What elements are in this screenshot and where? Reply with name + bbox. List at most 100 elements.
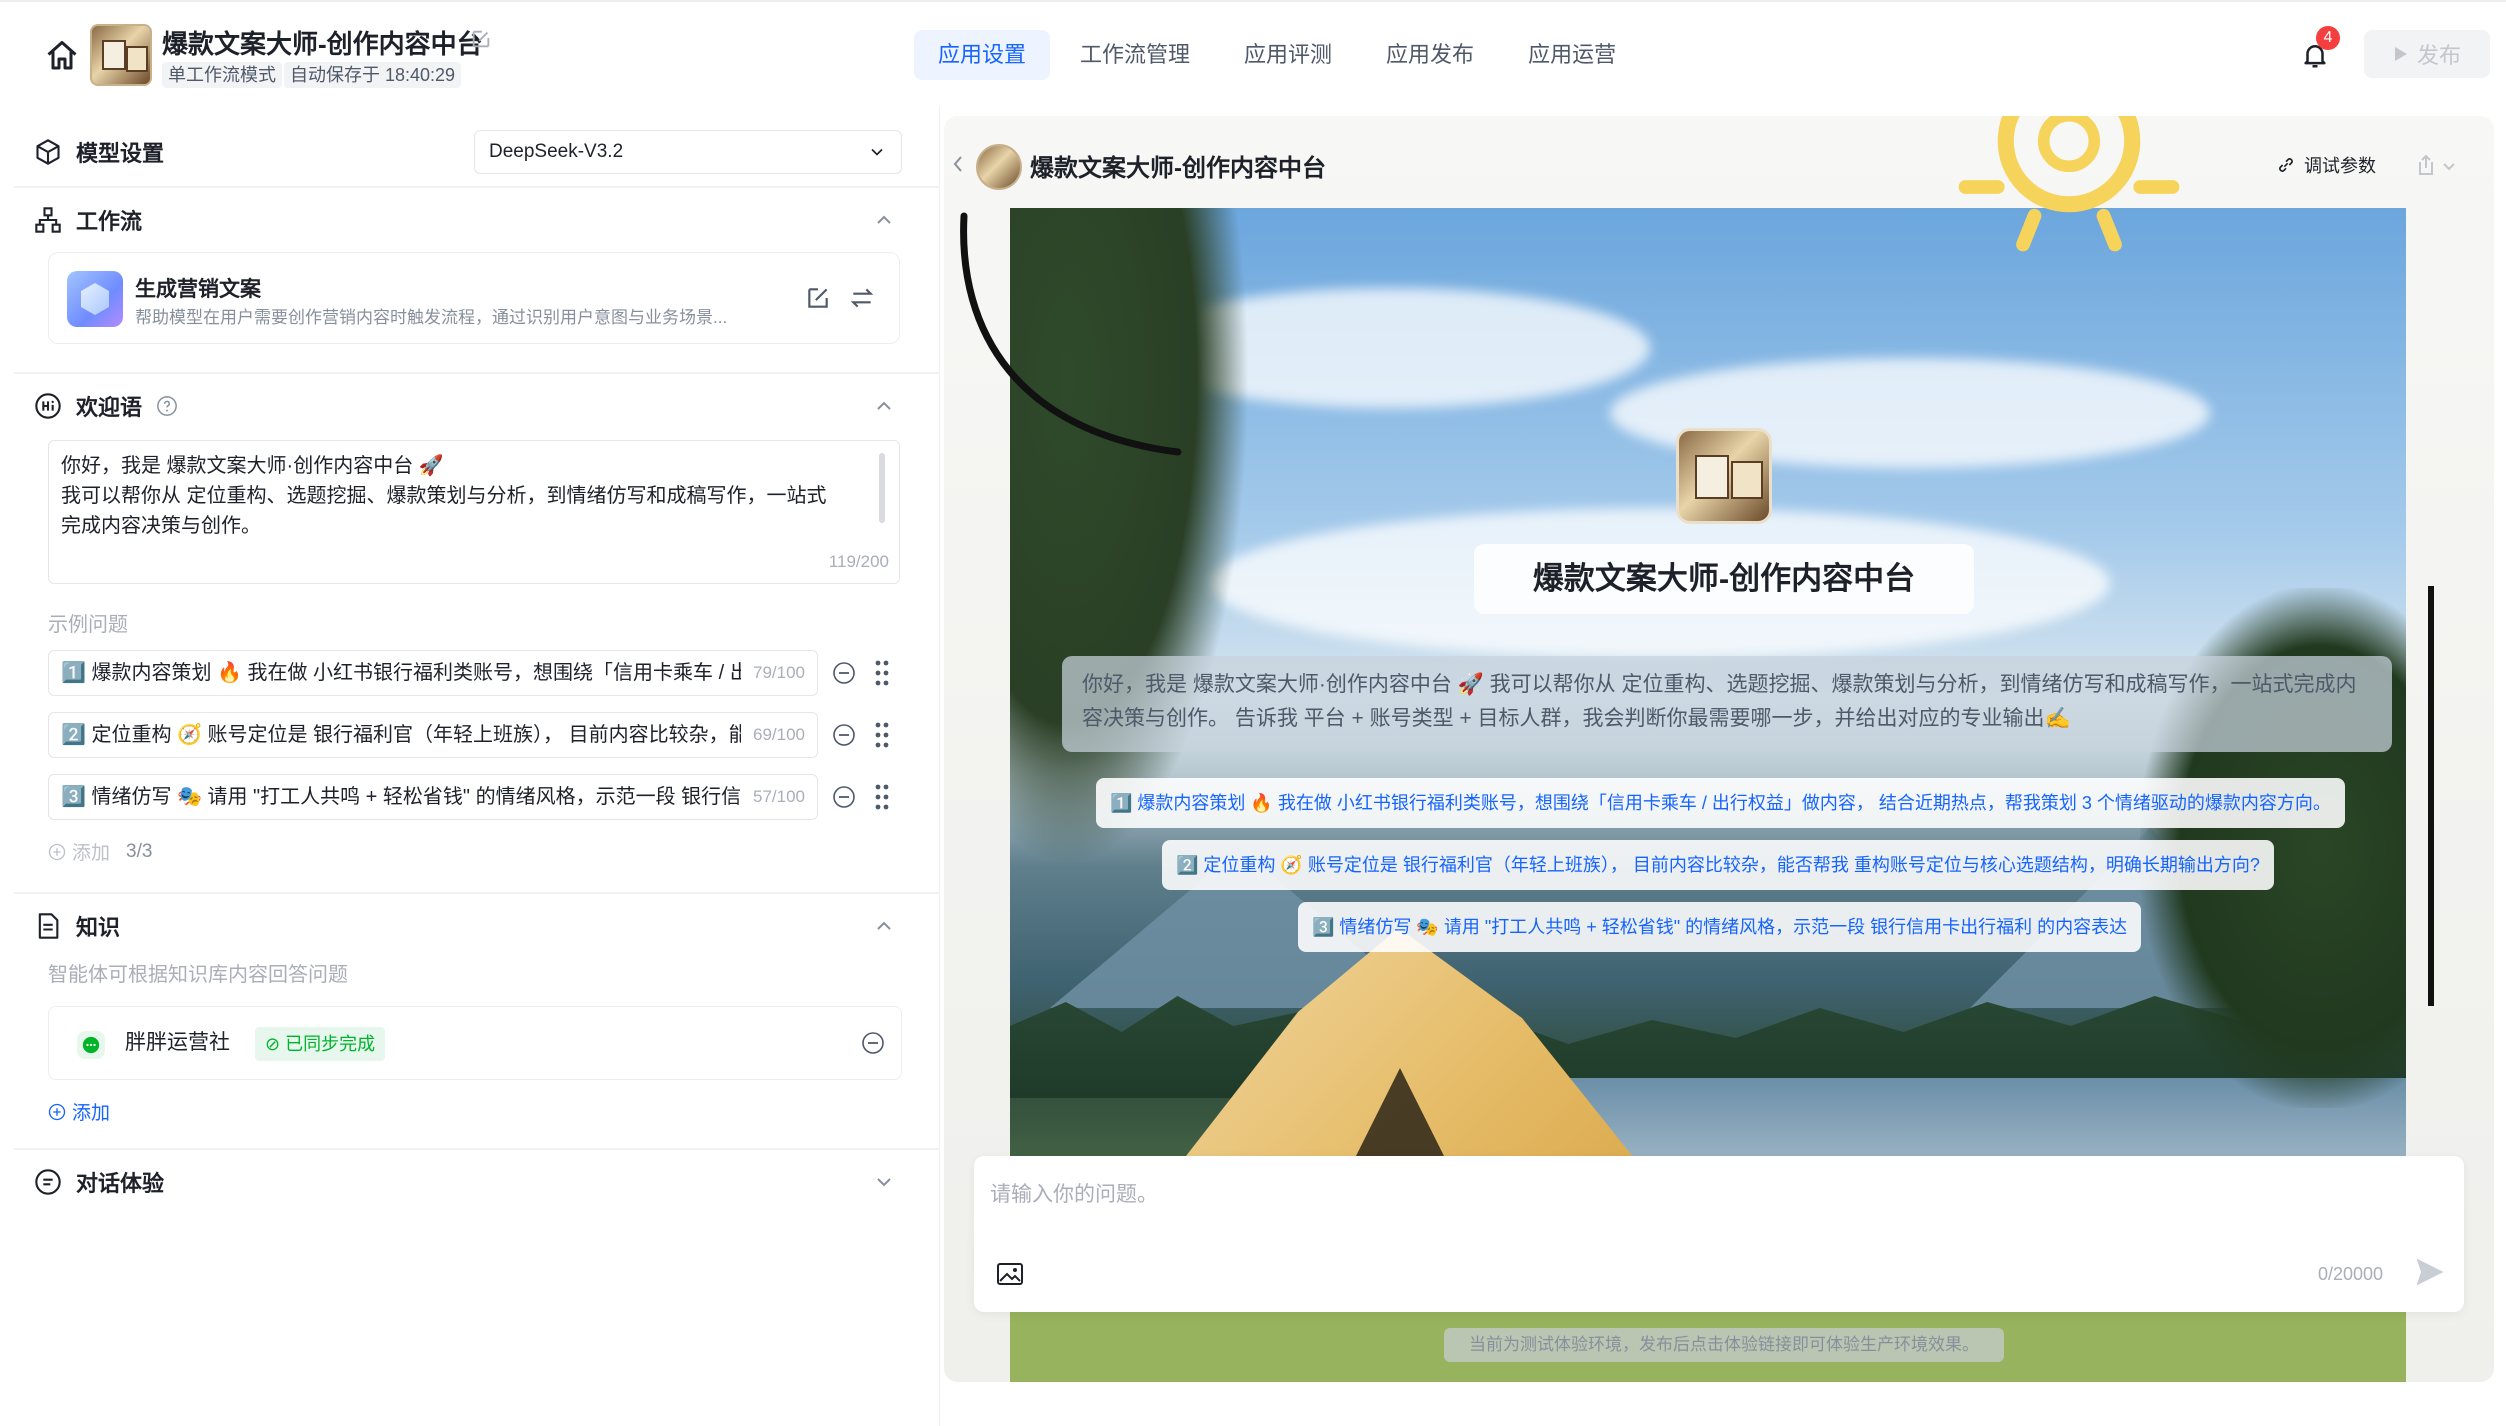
chat-input-count: 0/20000 <box>2318 1264 2384 1284</box>
send-icon[interactable] <box>2412 1254 2448 1290</box>
workflow-desc: 帮助模型在用户需要创作营销内容时触发流程，通过识别用户意图与业务场景... <box>135 308 728 327</box>
divider <box>14 186 940 188</box>
chat-input-placeholder: 请输入你的问题。 <box>990 1183 1158 1206</box>
example-question-text: 2️⃣ 定位重构 🧭 账号定位是 银行福利官（年轻上班族）， 目前内容比较杂，能… <box>61 724 741 746</box>
chat-preview: 爆款文案大师-创作内容中台 调试参数 爆款文案大师-创作内容中台 你好，我是 爆… <box>944 116 2494 1382</box>
example-question-text: 3️⃣ 情绪仿写 🎭 请用 "打工人共鸣 + 轻松省钱" 的情绪风格，示范一段 … <box>61 786 741 808</box>
line-doodle-icon <box>2428 586 2434 1006</box>
scrollbar[interactable] <box>879 453 885 523</box>
remove-icon[interactable] <box>832 661 856 685</box>
chat-input[interactable]: 请输入你的问题。 0/20000 <box>974 1156 2464 1312</box>
remove-icon[interactable] <box>861 1031 885 1055</box>
workflow-name: 生成营销文案 <box>135 278 261 301</box>
welcome-line: 你好，我是 爆款文案大师·创作内容中台 🚀 <box>61 455 444 477</box>
add-knowledge-label: 添加 <box>72 1103 111 1124</box>
settings-panel: 模型设置 DeepSeek-V3.2 工作流 生成营销文案 帮助模型在用户需要创… <box>0 106 940 1426</box>
model-section-title: 模型设置 <box>76 141 165 166</box>
preview-header: 爆款文案大师-创作内容中台 调试参数 <box>944 116 2494 208</box>
welcome-textarea[interactable]: 你好，我是 爆款文案大师·创作内容中台 🚀 我可以帮你从 定位重构、选题挖掘、爆… <box>48 440 900 584</box>
edit-title-icon[interactable] <box>470 28 492 50</box>
example-question-count: 57/100 <box>753 787 805 806</box>
chat-icon <box>35 1169 61 1195</box>
app-title: 爆款文案大师-创作内容中台 <box>162 29 483 59</box>
tab-app-publish[interactable]: 应用发布 <box>1362 30 1498 80</box>
welcome-line: 我可以帮你从 定位重构、选题挖掘、爆款策划与分析，到情绪仿写和成稿写作，一站式 <box>61 485 827 507</box>
help-icon[interactable] <box>156 395 178 417</box>
document-icon <box>38 913 59 939</box>
welcome-section-title: 欢迎语 <box>76 395 143 420</box>
model-select[interactable]: DeepSeek-V3.2 <box>474 130 902 174</box>
welcome-line: 完成内容决策与创作。 <box>61 515 261 537</box>
knowledge-section-title: 知识 <box>76 915 121 940</box>
chevron-left-icon[interactable] <box>950 154 966 174</box>
sync-status-text: 已同步完成 <box>285 1034 376 1054</box>
workflow-app-icon <box>67 271 123 327</box>
remove-icon[interactable] <box>832 723 856 747</box>
top-bar: 爆款文案大师-创作内容中台 单工作流模式 自动保存于 18:40:29 应用设置… <box>0 0 2506 106</box>
example-count: 3/3 <box>126 840 153 862</box>
drag-handle-icon[interactable] <box>874 659 890 687</box>
example-question-input[interactable]: 3️⃣ 情绪仿写 🎭 请用 "打工人共鸣 + 轻松省钱" 的情绪风格，示范一段 … <box>48 774 818 820</box>
debug-params-button[interactable]: 调试参数 <box>2276 152 2376 178</box>
suggested-question-chip[interactable]: 3️⃣ 情绪仿写 🎭 请用 "打工人共鸣 + 轻松省钱" 的情绪风格，示范一段 … <box>1298 902 2142 952</box>
model-select-value: DeepSeek-V3.2 <box>489 141 624 162</box>
chevron-up-icon[interactable] <box>872 914 896 938</box>
chevron-up-icon[interactable] <box>872 208 896 232</box>
model-section-header: 模型设置 <box>34 132 164 172</box>
divider <box>14 1148 940 1150</box>
drag-handle-icon[interactable] <box>874 721 890 749</box>
add-example-button[interactable]: 添加 3/3 <box>48 838 152 865</box>
chat-section-title: 对话体验 <box>76 1171 165 1196</box>
drag-handle-icon[interactable] <box>874 783 890 811</box>
workflow-card[interactable]: 生成营销文案 帮助模型在用户需要创作营销内容时触发流程，通过识别用户意图与业务场… <box>48 252 900 344</box>
example-question-input[interactable]: 2️⃣ 定位重构 🧭 账号定位是 银行福利官（年轻上班族）， 目前内容比较杂，能… <box>48 712 818 758</box>
tab-app-evaluation[interactable]: 应用评测 <box>1220 30 1356 80</box>
line-doodle-icon <box>960 212 1182 456</box>
cube-icon <box>36 139 60 165</box>
tab-app-settings[interactable]: 应用设置 <box>914 30 1051 80</box>
knowledge-item[interactable]: 胖胖运营社 ⊘ 已同步完成 <box>48 1006 902 1080</box>
divider <box>14 372 940 374</box>
chevron-down-icon[interactable] <box>872 1170 896 1194</box>
knowledge-desc: 智能体可根据知识库内容回答问题 <box>48 964 348 986</box>
workflow-icon <box>35 207 61 233</box>
plus-circle-icon <box>48 843 66 860</box>
divider <box>14 892 940 894</box>
debug-params-label: 调试参数 <box>2304 156 2376 176</box>
suggested-question-chip[interactable]: 2️⃣ 定位重构 🧭 账号定位是 银行福利官（年轻上班族）， 目前内容比较杂，能… <box>1162 840 2274 890</box>
example-question-input[interactable]: 1️⃣ 爆款内容策划 🔥 我在做 小红书银行福利类账号，想围绕「信用卡乘车 / … <box>48 650 818 696</box>
edit-icon[interactable] <box>805 285 831 311</box>
workflow-section-title: 工作流 <box>76 209 143 234</box>
knowledge-name: 胖胖运营社 <box>125 1031 230 1054</box>
autosave-tag: 自动保存于 18:40:29 <box>284 62 462 88</box>
publish-button[interactable]: 发布 <box>2364 30 2490 78</box>
bot-avatar-small <box>976 144 1022 190</box>
preview-title: 爆款文案大师-创作内容中台 <box>1030 155 1326 182</box>
hi-icon <box>35 393 61 419</box>
workflow-section-header[interactable]: 工作流 <box>34 200 142 240</box>
tab-workflow-management[interactable]: 工作流管理 <box>1056 30 1214 80</box>
sync-status-badge: ⊘ 已同步完成 <box>255 1027 386 1061</box>
home-icon[interactable] <box>44 38 80 74</box>
bot-avatar <box>1676 428 1772 524</box>
example-question-text: 1️⃣ 爆款内容策划 🔥 我在做 小红书银行福利类账号，想围绕「信用卡乘车 / … <box>61 662 741 684</box>
swap-icon[interactable] <box>849 285 875 311</box>
chat-section-header[interactable]: 对话体验 <box>34 1162 164 1202</box>
notification-badge: 4 <box>2316 26 2340 50</box>
remove-icon[interactable] <box>832 785 856 809</box>
welcome-message: 你好，我是 爆款文案大师·创作内容中台 🚀 我可以帮你从 定位重构、选题挖掘、爆… <box>1062 656 2392 752</box>
publish-label: 发布 <box>2416 43 2461 68</box>
main-tabs: 应用设置 工作流管理 应用评测 应用发布 应用运营 <box>914 30 1640 80</box>
environment-note: 当前为测试体验环境，发布后点击体验链接即可体验生产环境效果。 <box>1444 1328 2004 1362</box>
image-upload-icon[interactable] <box>996 1262 1024 1286</box>
chevron-down-icon <box>871 148 883 156</box>
link-icon <box>2279 158 2293 172</box>
chevron-up-icon[interactable] <box>872 394 896 418</box>
suggested-question-chip[interactable]: 1️⃣ 爆款内容策划 🔥 我在做 小红书银行福利类账号，想围绕「信用卡乘车 / … <box>1096 778 2345 828</box>
knowledge-section-header[interactable]: 知识 <box>34 906 120 946</box>
share-icon[interactable] <box>2416 154 2462 178</box>
tab-app-operation[interactable]: 应用运营 <box>1504 30 1640 80</box>
welcome-section-header[interactable]: 欢迎语 <box>34 386 178 426</box>
example-question-count: 69/100 <box>753 725 805 744</box>
add-knowledge-button[interactable]: 添加 <box>48 1098 110 1125</box>
